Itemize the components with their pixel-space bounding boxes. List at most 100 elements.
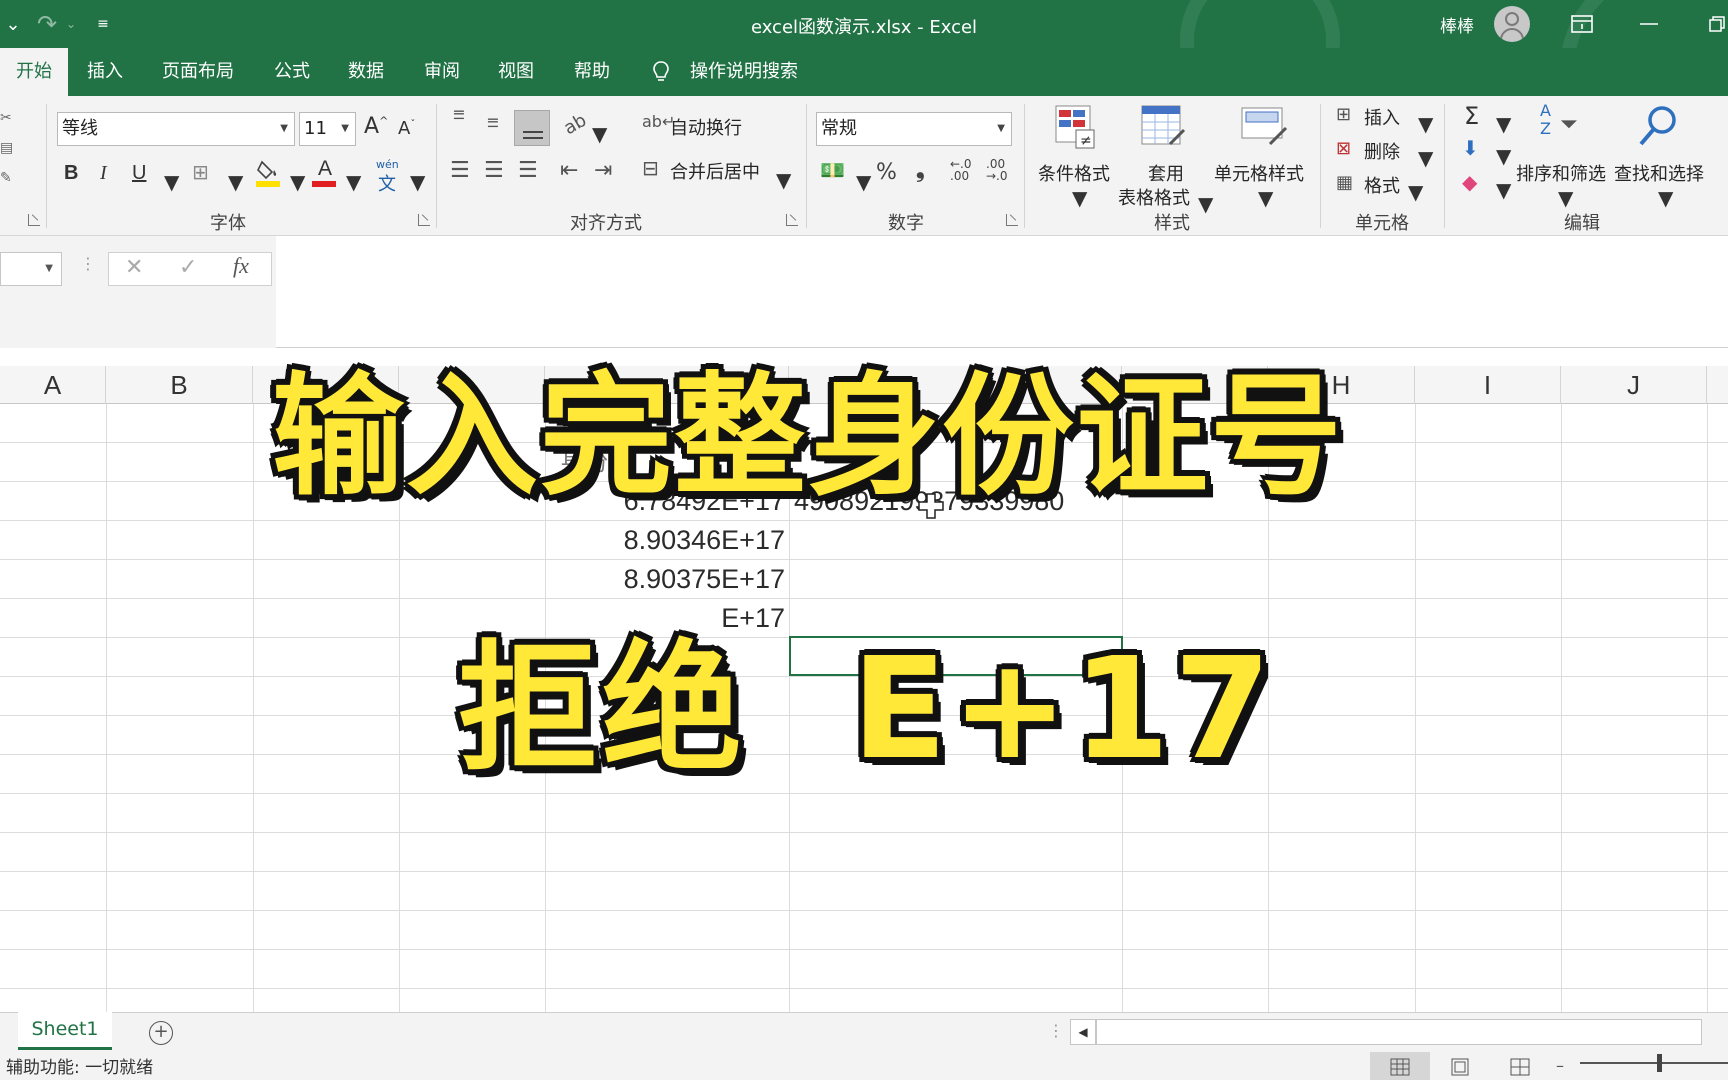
tab-review[interactable]: 审阅 (420, 48, 464, 96)
format-cells-button[interactable]: ▦ 格式 ▼ (1336, 172, 1436, 204)
column-header-j[interactable]: J (1561, 366, 1707, 404)
chevron-down-icon[interactable]: ▼ (164, 170, 179, 194)
wrap-text-button[interactable]: ab↵ 自动换行 (642, 112, 766, 142)
increase-decimal-icon[interactable]: ←.0.00 (950, 158, 972, 182)
merge-center-button[interactable]: ⊟ 合并后居中 ▼ (642, 156, 791, 192)
format-painter-icon[interactable]: ✎ (0, 170, 12, 186)
delete-cells-button[interactable]: ⊠ 删除 ▼ (1336, 138, 1436, 170)
chevron-down-icon[interactable]: ▼ (228, 170, 243, 194)
insert-function-icon[interactable]: fx (233, 253, 249, 279)
number-group-label: 数字 (888, 213, 924, 234)
column-header-a[interactable]: A (0, 366, 106, 404)
tab-home[interactable]: 开始 (0, 48, 68, 96)
normal-view-button[interactable] (1370, 1052, 1430, 1080)
increase-indent-icon[interactable]: ⇥ (594, 158, 612, 183)
insert-cells-button[interactable]: ⊞ 插入 ▼ (1336, 104, 1436, 136)
underline-icon[interactable]: U (132, 162, 146, 185)
chevron-down-icon: ▼ (1418, 112, 1434, 136)
user-name[interactable]: 棒棒 (1440, 12, 1474, 37)
cell-styles-button[interactable]: 单元格样式 ▼ (1212, 104, 1316, 210)
fill-down-icon[interactable]: ⬇ (1462, 136, 1479, 160)
sort-filter-button[interactable]: AZ ⏷ 排序和筛选 ▼ (1516, 102, 1608, 211)
tell-me-search[interactable]: 操作说明搜索 (690, 48, 806, 96)
increase-font-size-icon[interactable]: A^ (364, 114, 388, 139)
font-launcher-icon[interactable] (418, 214, 430, 226)
cancel-entry-icon[interactable]: ✕ (125, 255, 143, 280)
fill-color-icon[interactable] (256, 158, 282, 188)
conditional-formatting-button[interactable]: ≠ 条件格式 ▼ (1034, 104, 1116, 210)
align-bottom-icon[interactable] (514, 110, 550, 146)
avatar[interactable] (1494, 6, 1530, 42)
tab-page-layout[interactable]: 页面布局 (160, 48, 236, 96)
number-launcher-icon[interactable] (1006, 214, 1018, 226)
find-select-button[interactable]: 查找和选择 ▼ (1612, 102, 1708, 210)
clipboard-launcher-icon[interactable] (28, 214, 40, 226)
chevron-down-icon[interactable]: ▼ (290, 170, 305, 194)
scroll-left-icon[interactable]: ◀ (1070, 1019, 1096, 1045)
borders-icon[interactable]: ⊞ (192, 160, 209, 184)
chevron-down-icon: ▼ (1408, 180, 1424, 204)
align-right-icon[interactable]: ☰ (518, 158, 538, 183)
minimize-icon[interactable] (1636, 8, 1662, 40)
clipboard-copy-icon[interactable]: ▤ (0, 140, 13, 156)
status-text[interactable]: 辅助功能: 一切就绪 (6, 1056, 153, 1080)
name-box[interactable]: ▼ (0, 252, 62, 286)
clear-eraser-icon[interactable]: ◆ (1462, 170, 1477, 194)
zoom-slider-thumb[interactable] (1657, 1054, 1662, 1072)
tab-insert[interactable]: 插入 (80, 48, 130, 96)
grid-line (0, 871, 1728, 872)
confirm-entry-icon[interactable]: ✓ (179, 255, 197, 280)
percent-style-icon[interactable]: % (876, 160, 897, 185)
chevron-down-icon[interactable]: ▼ (1496, 178, 1511, 202)
tab-help[interactable]: 帮助 (570, 48, 614, 96)
decrease-font-size-icon[interactable]: Aˇ (398, 118, 415, 139)
chevron-down-icon[interactable]: ▼ (346, 170, 361, 194)
add-sheet-icon[interactable]: + (149, 1021, 173, 1045)
phonetic-guide-icon[interactable]: 文 (378, 170, 396, 196)
autosum-icon[interactable]: Σ (1464, 102, 1479, 130)
font-size-select[interactable]: 11 ▼ (299, 112, 356, 146)
font-color-icon[interactable]: A (312, 158, 338, 188)
decrease-decimal-icon[interactable]: .00 →.0 (986, 158, 1008, 182)
format-as-table-button[interactable]: 套用 表格格式 ▼ (1116, 104, 1213, 216)
alignment-launcher-icon[interactable] (786, 214, 798, 226)
bold-icon[interactable]: B (64, 162, 78, 185)
align-top-icon[interactable]: ═ ─ (454, 105, 464, 127)
align-left-icon[interactable]: ☰ (450, 158, 470, 183)
chevron-down-icon: ▼ (1558, 186, 1574, 210)
page-break-view-button[interactable] (1490, 1052, 1550, 1080)
tab-split-grip-icon[interactable]: ⋮ (1048, 1021, 1064, 1040)
align-middle-icon[interactable]: ═ ─ (488, 113, 498, 135)
cell-id-3[interactable]: 8.90375E+17 (545, 560, 785, 598)
restore-icon[interactable] (1706, 8, 1728, 40)
ribbon-display-options-icon[interactable] (1568, 8, 1596, 40)
delete-cells-label: 删除 (1364, 142, 1400, 163)
chevron-down-icon[interactable]: ▼ (1496, 144, 1511, 168)
comma-style-icon[interactable]: ❟ (916, 158, 925, 183)
chevron-down-icon[interactable]: ▼ (410, 170, 425, 194)
cell-id-2[interactable]: 8.90346E+17 (545, 521, 785, 559)
zoom-slider[interactable] (1580, 1062, 1728, 1064)
tab-formulas[interactable]: 公式 (270, 48, 314, 96)
tab-data[interactable]: 数据 (344, 48, 388, 96)
tab-view[interactable]: 视图 (494, 48, 538, 96)
italic-icon[interactable]: I (100, 162, 107, 185)
align-center-icon[interactable]: ☰ (484, 158, 504, 183)
grid-line (0, 559, 1728, 560)
column-header-b[interactable]: B (106, 366, 253, 404)
column-header-i[interactable]: I (1415, 366, 1561, 404)
orientation-icon[interactable]: ab (560, 110, 590, 139)
number-format-select[interactable]: 常规 ▼ (816, 112, 1012, 146)
zoom-out-icon[interactable]: – (1556, 1056, 1564, 1075)
chevron-down-icon[interactable]: ▼ (856, 170, 871, 194)
chevron-down-icon[interactable]: ▼ (1496, 112, 1511, 136)
clipboard-cut-icon[interactable]: ✂ (0, 110, 12, 126)
page-layout-view-button[interactable] (1430, 1052, 1490, 1080)
font-name-select[interactable]: 等线 ▼ (57, 112, 295, 146)
decrease-indent-icon[interactable]: ⇤ (560, 158, 578, 183)
formula-input[interactable] (276, 252, 1728, 286)
sheet-tab-sheet1[interactable]: Sheet1 (18, 1012, 112, 1050)
horizontal-scrollbar[interactable] (1096, 1019, 1702, 1045)
chevron-down-icon[interactable]: ▼ (592, 122, 607, 146)
accounting-format-icon[interactable]: 💵 (820, 158, 845, 182)
